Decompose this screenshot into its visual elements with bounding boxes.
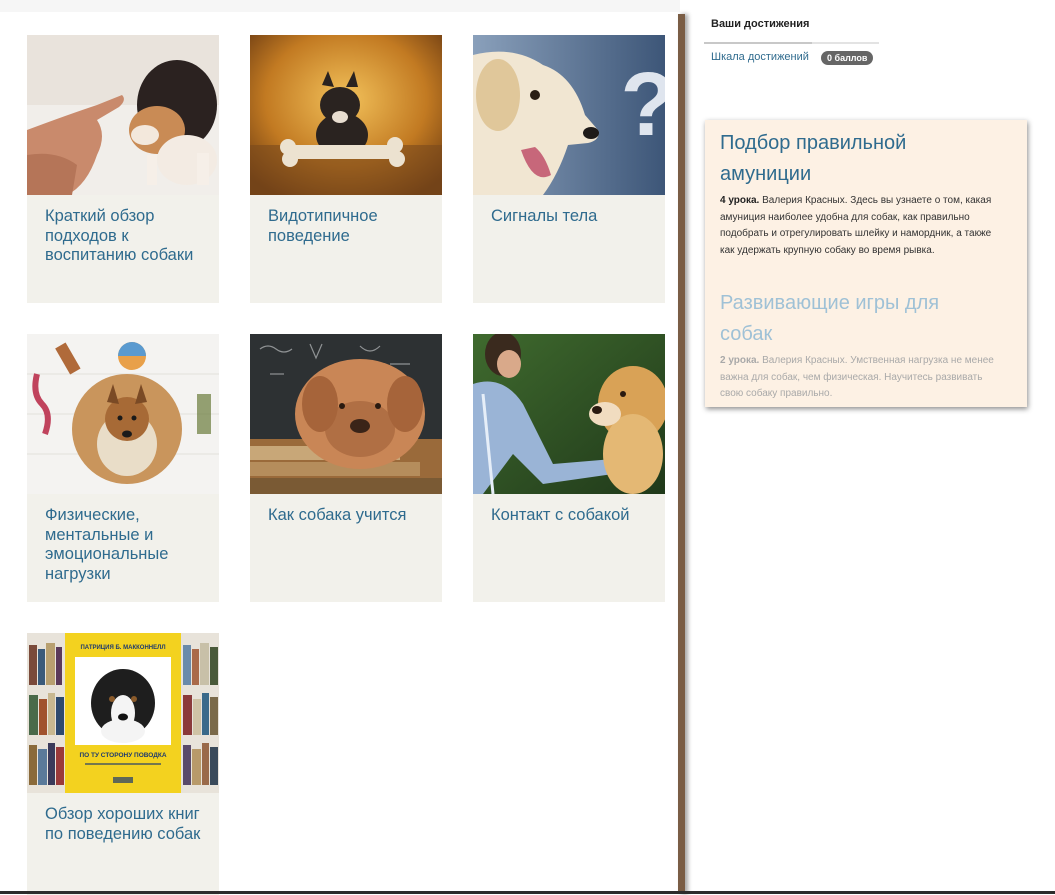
course-card[interactable]: ПАТРИЦИЯ Б. МАККОННЕЛЛ ПО ТУ СТОРОНУ ПОВ… xyxy=(27,633,219,895)
mastiff-books-chalkboard-photo xyxy=(250,334,442,494)
book-title: ПО ТУ СТОРОНУ ПОВОДКА xyxy=(79,752,166,759)
points-badge: 0 баллов xyxy=(821,51,874,65)
card-title: Контакт с собакой xyxy=(491,506,630,524)
recommended-courses-panel: Подбор правильной амуниции 4 урока. Вале… xyxy=(705,120,1027,407)
book-cover-bookshelf-photo: ПАТРИЦИЯ Б. МАККОННЕЛЛ ПО ТУ СТОРОНУ ПОВ… xyxy=(27,633,219,793)
card-title: Краткий обзор подходов к воспитанию соба… xyxy=(45,207,194,264)
woman-golden-retriever-paw-photo xyxy=(473,334,665,494)
labrador-question-mark-photo: ? xyxy=(473,35,665,195)
course-card[interactable]: Контакт с собакой xyxy=(473,334,665,602)
sheltie-toys-photo xyxy=(27,334,219,494)
achievements-scale-link[interactable]: Шкала достижений xyxy=(711,51,809,63)
course-description: 2 урока. Валерия Красных. Умственная наг… xyxy=(720,353,995,403)
tab-active-indicator xyxy=(704,42,812,44)
course-lessons: 4 урока. xyxy=(720,195,760,206)
card-title: Обзор хороших книг по поведению собак xyxy=(45,805,201,843)
course-text: Валерия Красных. Умственная нагрузка не … xyxy=(720,355,994,399)
course-lessons: 2 урока. xyxy=(720,355,760,366)
course-card[interactable]: Как собака учится xyxy=(250,334,442,602)
achievements-tab-label: Ваши достижения xyxy=(711,18,810,30)
top-strip xyxy=(0,0,680,12)
course-title[interactable]: Подбор правильной амуниции xyxy=(720,128,995,190)
card-title: Как собака учится xyxy=(268,506,407,524)
course-item[interactable]: Подбор правильной амуниции 4 урока. Вале… xyxy=(720,128,995,259)
course-card[interactable]: Видотипичное поведение xyxy=(250,35,442,303)
course-card[interactable]: Краткий обзор подходов к воспитанию соба… xyxy=(27,35,219,303)
achievements-tab[interactable]: Ваши достижения xyxy=(704,14,879,44)
book-author: ПАТРИЦИЯ Б. МАККОННЕЛЛ xyxy=(80,645,165,651)
course-title[interactable]: Развивающие игры для собак xyxy=(720,288,995,350)
svg-text:?: ? xyxy=(621,55,665,155)
course-description: 4 урока. Валерия Красных. Здесь вы узнае… xyxy=(720,193,995,259)
card-title: Видотипичное поведение xyxy=(268,207,378,245)
french-bulldog-bone-photo xyxy=(250,35,442,195)
puppy-beagle-finger-photo xyxy=(27,35,219,195)
course-card[interactable]: ? Сигналы тела xyxy=(473,35,665,303)
column-divider xyxy=(678,14,685,894)
course-text: Валерия Красных. Здесь вы узнаете о том,… xyxy=(720,195,992,256)
main-content: Краткий обзор подходов к воспитанию соба… xyxy=(0,0,680,895)
course-card[interactable]: Физические, ментальные и эмоциональные н… xyxy=(27,334,219,602)
course-item[interactable]: Развивающие игры для собак 2 урока. Вале… xyxy=(720,288,995,403)
card-title: Сигналы тела xyxy=(491,207,598,225)
card-title: Физические, ментальные и эмоциональные н… xyxy=(45,506,169,583)
